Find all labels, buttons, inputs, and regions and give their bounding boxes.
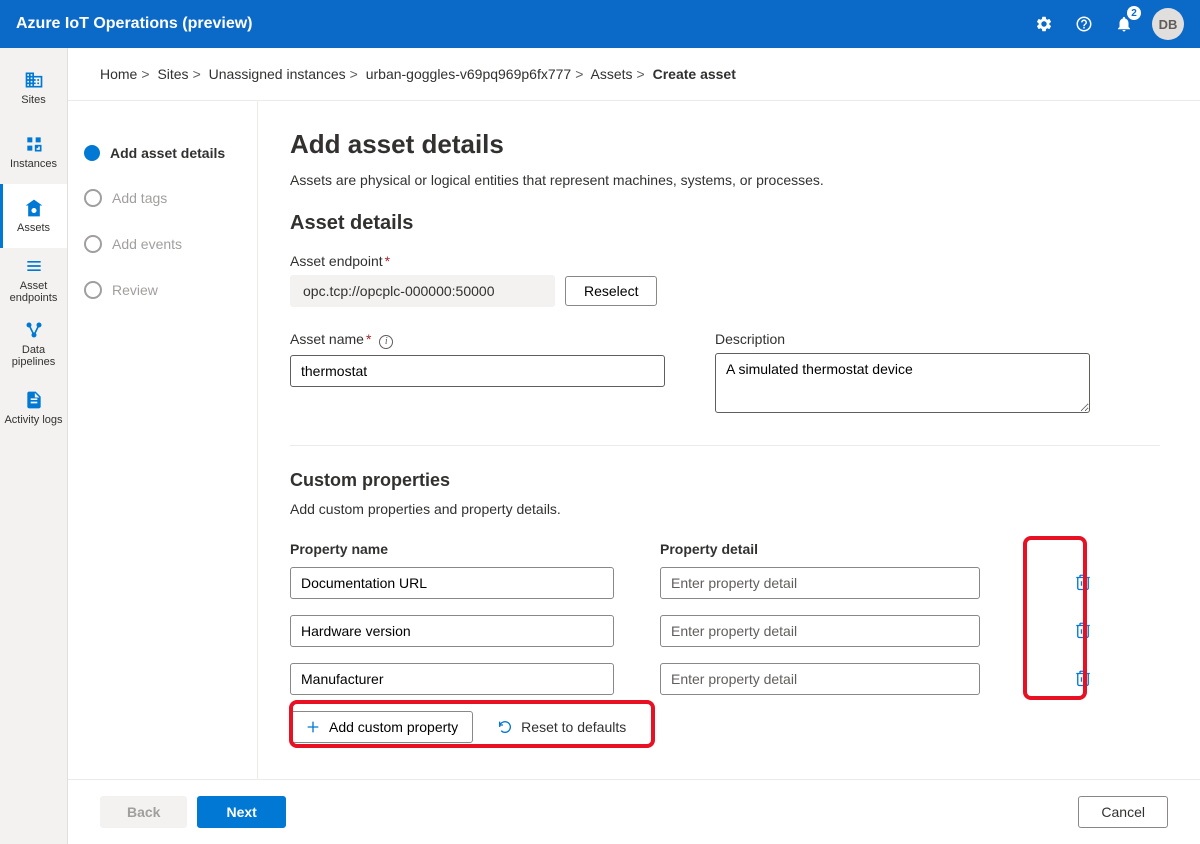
endpoint-label: Asset endpoint*: [290, 253, 1160, 269]
property-detail-input[interactable]: [660, 663, 980, 695]
delete-property-button[interactable]: [1074, 621, 1092, 642]
add-custom-property-button[interactable]: Add custom property: [290, 711, 473, 743]
notifications-icon[interactable]: 2: [1104, 0, 1144, 48]
cancel-button[interactable]: Cancel: [1078, 796, 1168, 828]
step-indicator-icon: [84, 235, 102, 253]
property-name-input[interactable]: [290, 663, 614, 695]
wizard-step-review[interactable]: Review: [84, 267, 241, 313]
page-title: Add asset details: [290, 129, 1160, 160]
top-header: Azure IoT Operations (preview) 2 DB: [0, 0, 1200, 48]
nav-item-instances[interactable]: Instances: [0, 120, 67, 184]
step-indicator-icon: [84, 189, 102, 207]
trash-icon: [1074, 669, 1092, 687]
step-indicator-active-icon: [84, 145, 100, 161]
page-subtitle: Assets are physical or logical entities …: [290, 172, 1160, 188]
asset-name-label: Asset name* i: [290, 331, 665, 349]
main-split: Add asset details Add tags Add events Re…: [68, 101, 1200, 779]
nav-item-activity-logs[interactable]: Activity logs: [0, 376, 67, 440]
nav-label: Asset endpoints: [0, 280, 67, 304]
nav-label: Data pipelines: [0, 344, 67, 368]
step-indicator-icon: [84, 281, 102, 299]
reselect-button[interactable]: Reselect: [565, 276, 657, 306]
nav-rail: Sites Instances Assets Asset endpoints D…: [0, 48, 68, 844]
nav-label: Sites: [21, 94, 45, 106]
avatar[interactable]: DB: [1152, 8, 1184, 40]
asset-name-input[interactable]: [290, 355, 665, 387]
crumb-unassigned[interactable]: Unassigned instances: [209, 66, 346, 82]
nav-item-assets[interactable]: Assets: [0, 184, 67, 248]
nav-item-data-pipelines[interactable]: Data pipelines: [0, 312, 67, 376]
step-label: Add events: [112, 236, 182, 252]
crumb-instance[interactable]: urban-goggles-v69pq969p6fx777: [366, 66, 572, 82]
crumb-assets[interactable]: Assets: [591, 66, 633, 82]
crumb-home[interactable]: Home: [100, 66, 137, 82]
property-name-input[interactable]: [290, 615, 614, 647]
trash-icon: [1074, 621, 1092, 639]
plus-icon: [305, 719, 321, 735]
reset-to-defaults-button[interactable]: Reset to defaults: [483, 711, 640, 743]
wizard-step-tags[interactable]: Add tags: [84, 175, 241, 221]
description-input[interactable]: A simulated thermostat device: [715, 353, 1090, 413]
wizard-step-events[interactable]: Add events: [84, 221, 241, 267]
trash-icon: [1074, 573, 1092, 591]
notification-badge: 2: [1127, 6, 1141, 20]
section-custom-properties: Custom properties: [290, 470, 1160, 491]
delete-property-button[interactable]: [1074, 573, 1092, 594]
property-row: [290, 663, 1160, 695]
help-icon[interactable]: [1064, 0, 1104, 48]
property-detail-input[interactable]: [660, 615, 980, 647]
section-asset-details: Asset details: [290, 212, 1160, 235]
property-row: [290, 567, 1160, 599]
next-button[interactable]: Next: [197, 796, 285, 828]
breadcrumb: Home> Sites> Unassigned instances> urban…: [68, 48, 1200, 101]
nav-label: Activity logs: [4, 414, 62, 426]
app-title: Azure IoT Operations (preview): [16, 15, 252, 33]
nav-label: Instances: [10, 158, 57, 170]
step-label: Add asset details: [110, 145, 225, 161]
delete-property-button[interactable]: [1074, 669, 1092, 690]
custom-subtitle: Add custom properties and property detai…: [290, 501, 1160, 517]
info-icon[interactable]: i: [379, 335, 393, 349]
wizard-step-details[interactable]: Add asset details: [84, 131, 241, 175]
crumb-sites[interactable]: Sites: [157, 66, 188, 82]
refresh-icon: [497, 719, 513, 735]
property-detail-input[interactable]: [660, 567, 980, 599]
description-label: Description: [715, 331, 1090, 347]
content-wrapper: Home> Sites> Unassigned instances> urban…: [68, 48, 1200, 844]
back-button: Back: [100, 796, 187, 828]
divider: [290, 445, 1160, 446]
settings-icon[interactable]: [1024, 0, 1064, 48]
step-label: Review: [112, 282, 158, 298]
app-shell: Sites Instances Assets Asset endpoints D…: [0, 48, 1200, 844]
step-label: Add tags: [112, 190, 167, 206]
col-property-name: Property name: [290, 541, 614, 557]
nav-label: Assets: [17, 222, 50, 234]
crumb-current: Create asset: [653, 66, 736, 82]
nav-item-asset-endpoints[interactable]: Asset endpoints: [0, 248, 67, 312]
property-row: [290, 615, 1160, 647]
endpoint-value: opc.tcp://opcplc-000000:50000: [290, 275, 555, 307]
wizard-sidebar: Add asset details Add tags Add events Re…: [68, 101, 258, 779]
nav-item-sites[interactable]: Sites: [0, 56, 67, 120]
col-property-detail: Property detail: [660, 541, 980, 557]
footer-bar: Back Next Cancel: [68, 779, 1200, 844]
property-name-input[interactable]: [290, 567, 614, 599]
form-area: Add asset details Assets are physical or…: [258, 101, 1200, 779]
